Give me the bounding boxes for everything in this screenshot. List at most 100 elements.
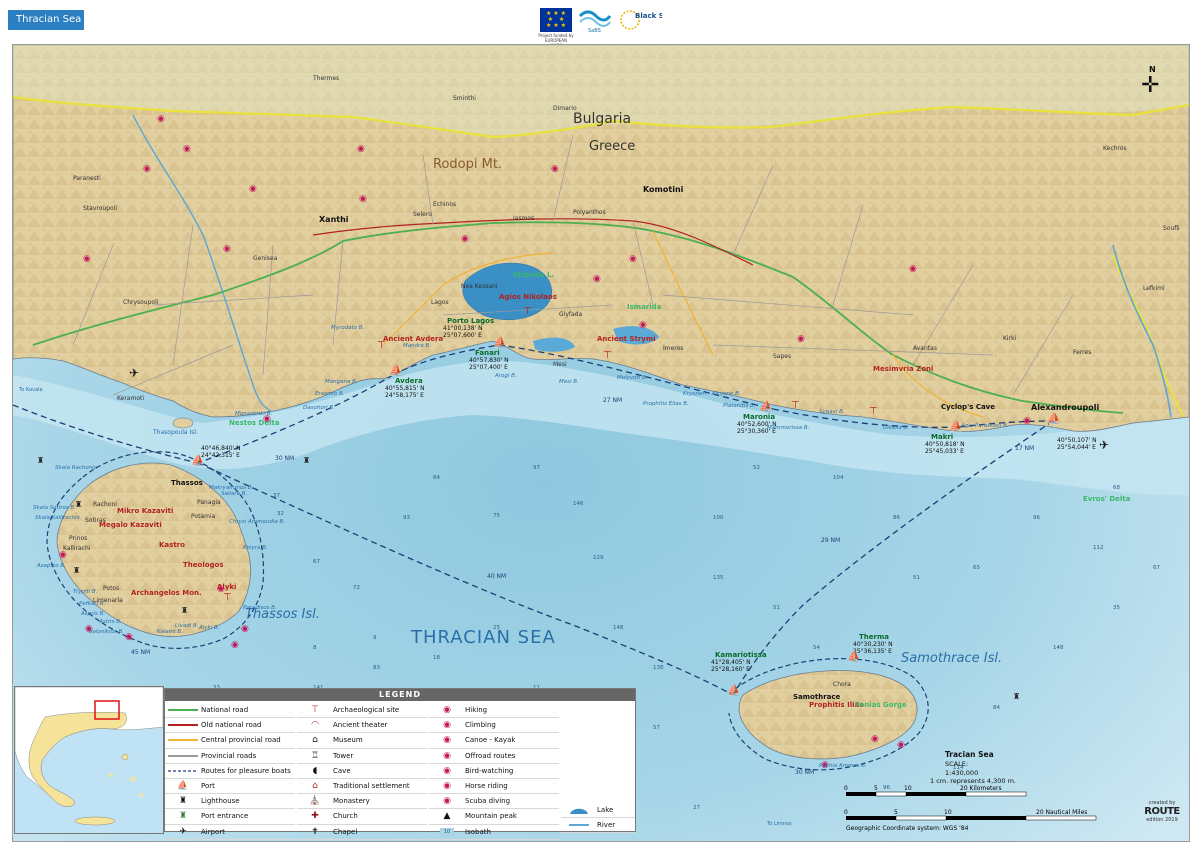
- activity-icon: ◉: [797, 334, 805, 344]
- airport-icon: ✈: [129, 366, 140, 380]
- legend-col-sites: ⊤ Archaeological site ◠ Ancient theater ⌂ M…: [297, 703, 427, 840]
- legend-label: Port: [201, 782, 215, 791]
- town-label-mikro-kazaviti: Mikro Kazaviti: [117, 507, 174, 515]
- cape-label-kalami: Kalami B.: [157, 629, 183, 635]
- isobath-label: 84: [433, 475, 440, 481]
- route-distance-label: 27 NM: [603, 397, 623, 404]
- legend-col-activities: ◉ Hiking ◉ Climbing ◉ Canoe - Kayak ◉ Offroa…: [429, 703, 559, 840]
- canoe-kayak-icon: ◉: [443, 735, 451, 746]
- archaeological-site-icon: ⊤: [223, 592, 232, 603]
- isobath-label: 138: [653, 665, 664, 671]
- isobath-label: 51: [773, 605, 780, 611]
- port-icon: ⛵: [727, 684, 741, 697]
- town-label-kastro: Kastro: [159, 541, 185, 549]
- town-label-fonias: Fonias Gorge: [855, 701, 907, 709]
- town-label-kamariotissa: Kamariotissa: [715, 651, 767, 659]
- port-icon: ⛵: [1047, 412, 1061, 425]
- map-title-tab: Thracian Sea: [8, 10, 84, 30]
- legend-label: Monastery: [333, 797, 370, 806]
- activity-icon: ◉: [639, 320, 647, 330]
- national-road-icon: [168, 709, 198, 712]
- isobath-label: 65: [973, 565, 980, 571]
- isobath-label: 72: [353, 585, 360, 591]
- town-label-nea-kessani: Nea Kessani: [461, 283, 498, 290]
- town-label-avantas: Avantas: [913, 345, 937, 352]
- isobath-label: 32: [277, 511, 284, 517]
- cape-label-arogi: Arogi B.: [495, 373, 517, 379]
- legend-label: Chapel: [333, 827, 358, 836]
- town-label-porto-lagos: Porto Lagos: [447, 317, 495, 325]
- old-national-road-icon: [168, 724, 198, 727]
- coord-lon-thassos: 24°42,315' E: [201, 452, 240, 459]
- town-label-lagos: Lagos: [431, 299, 449, 306]
- cape-label-mangana: Mangana B.: [325, 379, 358, 385]
- isobath-label: 112: [1093, 545, 1104, 551]
- town-label-evros-delta: Evros' Delta: [1083, 495, 1131, 503]
- cape-label-livadi: Livadi B.: [175, 623, 199, 629]
- town-label-echinos: Echinos: [433, 201, 457, 208]
- town-label-sapes2: Sapes: [773, 353, 792, 360]
- cape-label-alyki-b: Alyki B.: [199, 625, 220, 631]
- sabs-logo: SaBS: [578, 6, 612, 34]
- isobath-label: 51: [913, 575, 920, 581]
- cape-label-pefkari: Pefkari B.: [79, 601, 106, 607]
- isobath-label: 52: [753, 465, 760, 471]
- town-label-lefkimi: Lefkimi: [1143, 285, 1165, 292]
- sabs-text: SaBS: [588, 28, 601, 34]
- activity-icon: ◉: [231, 640, 239, 650]
- coord-lat-alexandroupoli: 40°50,107' N: [1057, 437, 1097, 444]
- thasopoula-islet: [172, 417, 194, 429]
- legend-label: Airport: [201, 827, 225, 836]
- isobath-label: 146: [573, 501, 584, 507]
- airport-icon: ✈: [1099, 438, 1110, 452]
- provincial-road-icon: [168, 754, 198, 757]
- sea-label: THRACIAN SEA: [411, 627, 556, 648]
- town-label-selero: Selero: [413, 211, 432, 218]
- km-tick: 10: [904, 785, 912, 792]
- hiking-icon: ◉: [443, 705, 451, 716]
- country-label-bulgaria: Bulgaria: [573, 111, 632, 127]
- cape-label-platanitis: Platanitis B.: [723, 403, 756, 409]
- nm-scale-bar: 0 5 10 20 Nautical Miles Geographic Coor…: [844, 809, 1097, 832]
- legend-label: Museum: [333, 736, 363, 745]
- cape-label-azapiko: Azapiko B.: [37, 563, 66, 569]
- cape-label-kryoneri: Kryoneri - Alcyone B.: [683, 391, 741, 397]
- km-scale-bar: 0 5 10 20 Kilometers: [844, 785, 1027, 797]
- isobath-label: 135: [713, 575, 724, 581]
- cape-label-agia-paraskevi: Agia Paraskevi B.: [961, 423, 1009, 429]
- archaeological-site-icon: ⊤: [377, 340, 386, 351]
- coord-lon-alexandroupoli: 25°54,044' E: [1057, 444, 1096, 451]
- port-icon: ⛵: [177, 781, 189, 792]
- isobath-label: 25: [493, 625, 500, 631]
- town-label-theologos: Theologos: [183, 561, 224, 569]
- legend-label: Traditional settlement: [333, 782, 410, 791]
- legend-label: Isobath: [465, 827, 491, 836]
- town-label-therma: Therma: [859, 633, 889, 641]
- town-label-keramoti: Keramoti: [117, 395, 145, 402]
- route-distance-label: 29 NM: [821, 537, 841, 544]
- cape-label-molyvoti: Molyvoti B.: [617, 375, 648, 381]
- activity-icon: ◉: [629, 254, 637, 264]
- cape-label-dasohori: Dasohori B.: [303, 405, 335, 411]
- eu-stars-icon: ★ ★ ★ ★ ★ ★ ★ ★: [546, 10, 566, 29]
- cape-label-saliara: Saliara B.: [221, 491, 248, 497]
- black-sea-text: Black Sea: [635, 12, 662, 20]
- coord-lat-thassos: 40°46,840' N: [201, 445, 241, 452]
- cape-label-myrodato: Myrodato B.: [331, 325, 365, 331]
- coord-lat-porto-lagos: 41°00,138' N: [443, 325, 483, 332]
- legend-label: Cave: [333, 766, 351, 775]
- activity-icon: ◉: [241, 624, 249, 634]
- town-label-limnos: To Limnos: [767, 821, 792, 827]
- coord-lon-kamariotissa: 25°28,160' E: [711, 666, 750, 673]
- legend-label: Routes for pleasure boats: [201, 766, 291, 775]
- town-label-sminthi: Sminthi: [453, 95, 476, 102]
- port-icon: ⛵: [847, 650, 861, 663]
- scale-ratio: 1:430,000: [945, 769, 979, 777]
- credit-block: created by ROUTE edition 2019: [1140, 800, 1184, 823]
- isobath-label: 75: [493, 513, 500, 519]
- credit-edition: edition 2019: [1146, 817, 1178, 823]
- archaeological-site-icon: ⊤: [869, 406, 878, 417]
- coord-lat-makri: 40°50,818' N: [925, 441, 965, 448]
- nm-tick: 5: [894, 809, 898, 816]
- town-label-ismarida: Ismarida: [627, 303, 662, 311]
